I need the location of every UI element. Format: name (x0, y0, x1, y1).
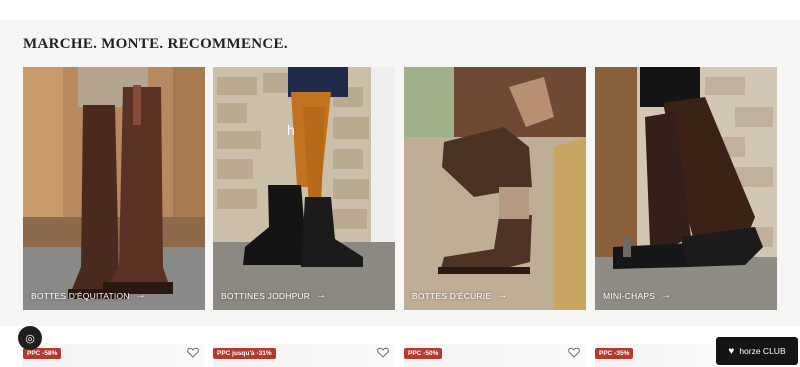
product-card[interactable]: PPC -50% (404, 344, 586, 367)
page: MARCHE. MONTE. RECOMMENCE. BOTTES D'ÉQUI… (0, 0, 800, 367)
horze-club-button[interactable]: ♥ horze CLUB (716, 337, 798, 365)
heart-icon: ♥ (728, 345, 735, 357)
category-label: MINI-CHAPS → (603, 290, 671, 301)
svg-text:h: h (287, 122, 295, 138)
arrow-right-icon: → (661, 290, 672, 301)
stable-boots-photo (404, 67, 586, 310)
section-heading: MARCHE. MONTE. RECOMMENCE. (23, 36, 288, 52)
mini-chaps-photo (595, 67, 777, 310)
category-label-text: BOTTES D'ÉQUITATION (31, 290, 130, 301)
category-label: BOTTES D'ÉCURIE → (412, 290, 507, 301)
product-card[interactable]: PPC -35% (595, 344, 715, 367)
wishlist-heart-icon[interactable] (187, 347, 199, 358)
category-label-text: MINI-CHAPS (603, 290, 656, 301)
category-label-text: BOTTES D'ÉCURIE (412, 290, 492, 301)
wishlist-heart-icon[interactable] (377, 347, 389, 358)
product-card[interactable]: PPC jusqu'à -31% (213, 344, 395, 367)
category-label: BOTTES D'ÉQUITATION → (31, 290, 146, 301)
product-card[interactable]: PPC -58% (23, 344, 205, 367)
discount-badge: PPC jusqu'à -31% (213, 348, 276, 359)
wishlist-heart-icon[interactable] (568, 347, 580, 358)
category-label-text: BOTTINES JODHPUR (221, 290, 311, 301)
chat-button[interactable]: ◎ (18, 326, 42, 350)
arrow-right-icon: → (316, 290, 327, 301)
riding-boots-photo (23, 67, 205, 310)
discount-badge: PPC -35% (595, 348, 634, 359)
arrow-right-icon: → (135, 290, 146, 301)
club-label: horze CLUB (739, 346, 786, 356)
category-card-stable-boots[interactable]: BOTTES D'ÉCURIE → (404, 67, 586, 310)
category-card-jodhpur[interactable]: h BOTTINES JODHPUR → (213, 67, 395, 310)
category-label: BOTTINES JODHPUR → (221, 290, 326, 301)
category-card-mini-chaps[interactable]: MINI-CHAPS → (595, 67, 777, 310)
category-card-riding-boots[interactable]: BOTTES D'ÉQUITATION → (23, 67, 205, 310)
fingerprint-icon: ◎ (25, 332, 35, 345)
discount-badge: PPC -50% (404, 348, 443, 359)
jodhpur-photo: h (213, 67, 395, 310)
arrow-right-icon: → (497, 290, 508, 301)
